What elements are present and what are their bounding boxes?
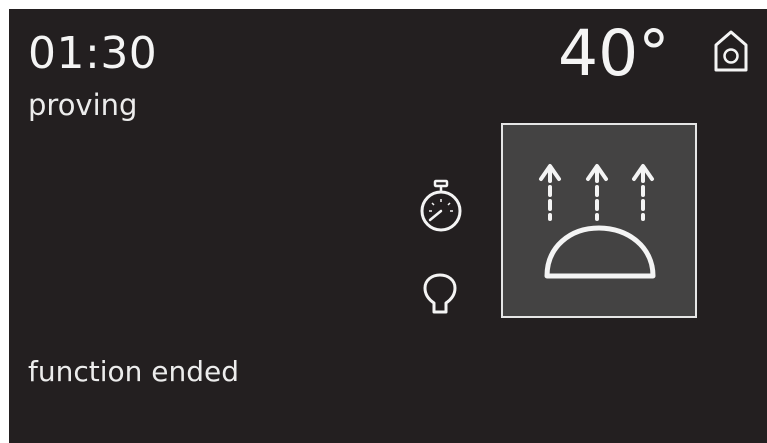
oven-light-icon[interactable] xyxy=(420,272,460,316)
home-icon[interactable] xyxy=(712,28,750,74)
oven-display: 01:30 proving 40° function ended xyxy=(0,0,767,443)
display-frame-left xyxy=(0,0,9,443)
function-name: proving xyxy=(28,88,138,122)
status-message: function ended xyxy=(28,355,240,388)
proving-function-icon xyxy=(539,164,656,279)
display-frame-top xyxy=(0,0,767,9)
remaining-time: 01:30 xyxy=(28,28,158,79)
temperature-readout[interactable]: 40° xyxy=(558,18,670,90)
stopwatch-icon[interactable] xyxy=(417,178,465,234)
proving-function-tile[interactable] xyxy=(501,123,697,318)
